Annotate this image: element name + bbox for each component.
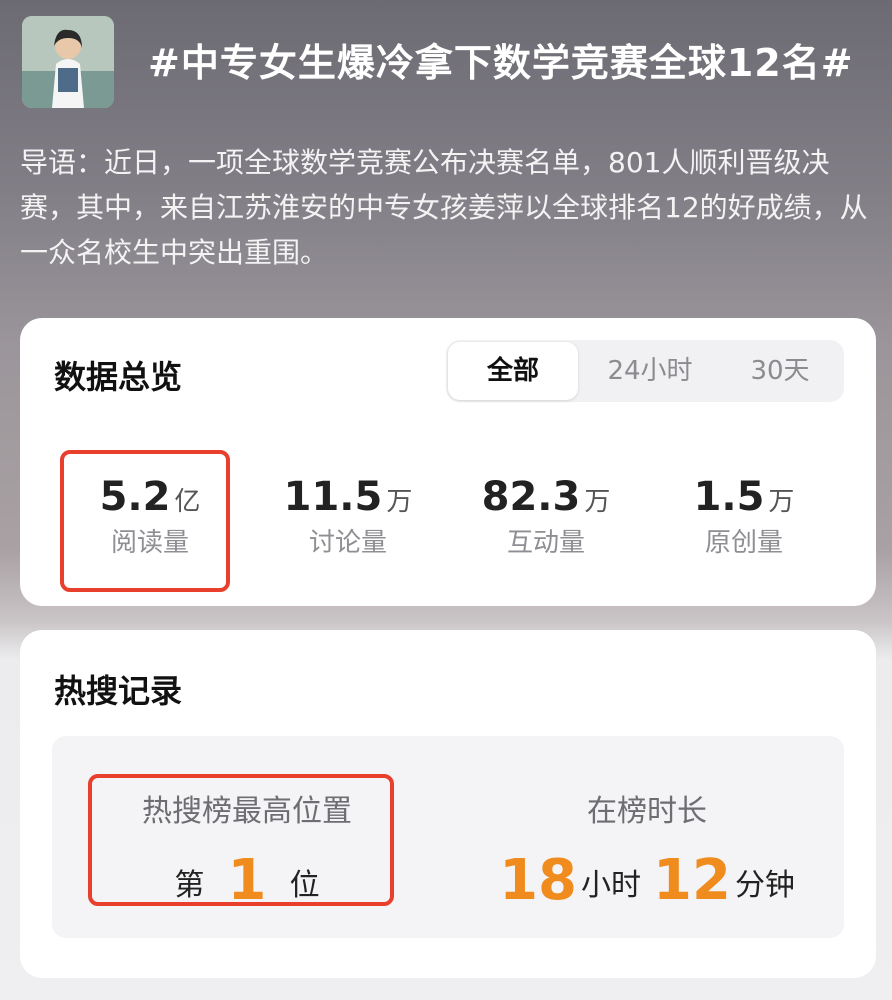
topic-title: #中专女生爆冷拿下数学竞赛全球12名# <box>148 41 854 85</box>
rank-highlight-box <box>88 774 394 906</box>
duration-hours: 18 <box>499 848 577 913</box>
stat-originals-label: 原创量 <box>704 528 783 558</box>
reads-highlight-box <box>60 450 230 592</box>
hot-search-title: 热搜记录 <box>54 672 183 710</box>
stat-discussions-label: 讨论量 <box>308 528 387 558</box>
duration-value-row: 18 小时 12 分钟 <box>492 848 802 913</box>
hot-search-card: 热搜记录 热搜榜最高位置 第 1 位 在榜时长 18 小时 12 分钟 <box>20 630 876 978</box>
duration-minutes-unit: 分钟 <box>734 868 795 903</box>
stat-interactions-unit: 万 <box>584 487 611 517</box>
topic-header: #中专女生爆冷拿下数学竞赛全球12名# <box>22 16 872 112</box>
stat-discussions-value: 11.5 <box>283 474 383 520</box>
tab-30d[interactable]: 30天 <box>718 340 842 402</box>
hot-search-panel: 热搜榜最高位置 第 1 位 在榜时长 18 小时 12 分钟 <box>52 736 844 938</box>
stat-discussions: 11.5 万 讨论量 <box>248 474 448 559</box>
tab-all[interactable]: 全部 <box>448 342 578 400</box>
stat-originals-unit: 万 <box>768 487 795 517</box>
tab-24h[interactable]: 24小时 <box>584 340 716 402</box>
duration-minutes: 12 <box>653 848 731 913</box>
duration-block: 在榜时长 18 小时 12 分钟 <box>492 786 802 913</box>
stat-interactions: 82.3 万 互动量 <box>446 474 646 559</box>
stat-originals: 1.5 万 原创量 <box>644 474 844 559</box>
stat-interactions-label: 互动量 <box>506 528 585 558</box>
topic-intro: 导语：近日，一项全球数学竞赛公布决赛名单，801人顺利晋级决赛，其中，来自江苏淮… <box>20 146 868 269</box>
stat-originals-value: 1.5 <box>693 474 765 520</box>
topic-thumbnail[interactable] <box>22 16 114 108</box>
stat-discussions-unit: 万 <box>386 487 413 517</box>
stat-interactions-value: 82.3 <box>481 474 581 520</box>
overview-title: 数据总览 <box>54 358 183 396</box>
time-range-tabs: 全部 24小时 30天 <box>446 340 844 402</box>
duration-label: 在榜时长 <box>587 794 707 829</box>
data-overview-card: 数据总览 全部 24小时 30天 5.2 亿 阅读量 11.5 万 讨论量 82.3… <box>20 318 876 606</box>
duration-hours-unit: 小时 <box>581 868 641 903</box>
